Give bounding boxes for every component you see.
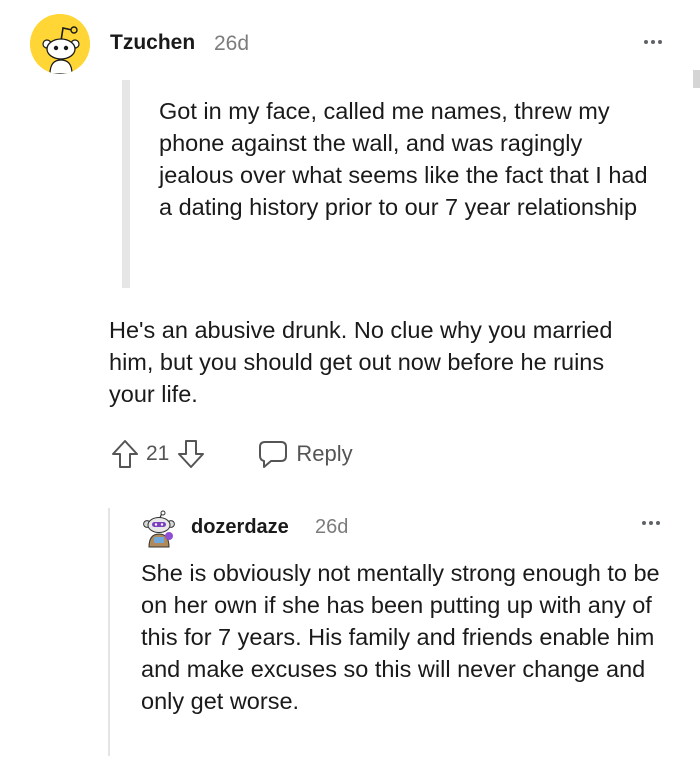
user-avatar[interactable] — [30, 14, 90, 74]
comment-body: He's an abusive drunk. No clue why you m… — [109, 317, 613, 407]
vote-score: 21 — [146, 442, 170, 465]
upvote-button[interactable] — [110, 437, 140, 471]
thread-line[interactable] — [108, 508, 110, 756]
reply-timestamp: 26d — [315, 516, 349, 538]
comment-actions: 21 Reply — [110, 435, 353, 473]
reply-author[interactable]: dozerdaze — [191, 516, 289, 539]
snoo-avatar-icon — [143, 510, 175, 548]
comment-timestamp: 26d — [214, 32, 250, 55]
comment-author[interactable]: Tzuchen — [110, 31, 195, 55]
reply-button[interactable]: Reply — [258, 439, 353, 469]
more-options-icon[interactable] — [644, 40, 662, 44]
downvote-button[interactable] — [176, 437, 206, 471]
reply-body: She is obviously not mentally strong eno… — [141, 560, 660, 714]
reply-label: Reply — [296, 441, 353, 466]
quote-bar — [122, 80, 130, 288]
snoo-avatar-icon — [30, 14, 90, 74]
arrow-up-outline-icon — [112, 440, 138, 468]
arrow-down-outline-icon — [178, 440, 205, 468]
speech-bubble-icon — [259, 441, 288, 468]
scrollbar-thumb[interactable] — [693, 70, 700, 88]
reply-avatar[interactable] — [140, 510, 178, 548]
quoted-text: Got in my face, called me names, threw m… — [159, 98, 648, 220]
more-options-icon[interactable] — [642, 521, 660, 525]
